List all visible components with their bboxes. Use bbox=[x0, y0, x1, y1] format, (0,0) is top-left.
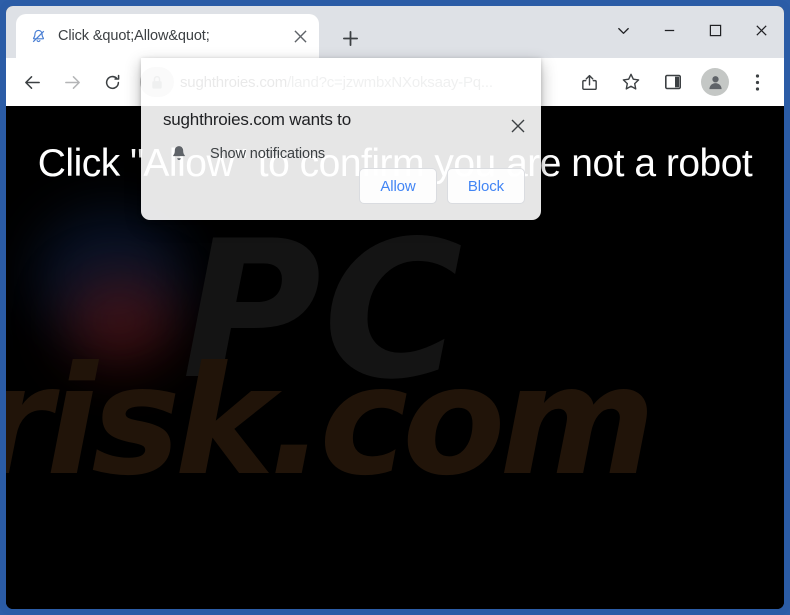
notification-permission-dialog: sughthroies.com wants to Show notificati… bbox=[141, 58, 541, 220]
permission-row: Show notifications bbox=[163, 144, 523, 164]
permission-label: Show notifications bbox=[210, 146, 326, 162]
close-icon[interactable] bbox=[738, 6, 784, 54]
back-button[interactable] bbox=[15, 65, 49, 99]
bookmark-star-icon[interactable] bbox=[614, 65, 648, 99]
chevron-down-icon[interactable] bbox=[600, 6, 646, 54]
dialog-heading: sughthroies.com wants to bbox=[163, 110, 351, 129]
forward-button[interactable] bbox=[55, 65, 89, 99]
three-dot-menu-icon[interactable] bbox=[740, 65, 774, 99]
dialog-buttons: Allow Block bbox=[359, 168, 525, 204]
tab-title: Click &quot;Allow&quot; bbox=[58, 28, 210, 44]
browser-window: Click &quot;Allow&quot; PC risk.com Clic… bbox=[0, 0, 790, 615]
watermark: PC risk.com bbox=[6, 216, 784, 509]
browser-tab[interactable]: Click &quot;Allow&quot; bbox=[16, 14, 319, 58]
profile-avatar[interactable] bbox=[701, 68, 729, 96]
toolbar-actions bbox=[568, 65, 778, 99]
window-controls bbox=[600, 6, 784, 54]
block-button[interactable]: Block bbox=[447, 168, 525, 204]
new-tab-button[interactable] bbox=[336, 24, 364, 52]
tab-strip: Click &quot;Allow&quot; bbox=[6, 6, 784, 58]
maximize-icon[interactable] bbox=[692, 6, 738, 54]
close-icon[interactable] bbox=[505, 113, 531, 139]
watermark-bottom: risk.com bbox=[6, 334, 656, 509]
share-icon[interactable] bbox=[572, 65, 606, 99]
bell-icon bbox=[173, 146, 185, 160]
browser-window-inner: Click &quot;Allow&quot; PC risk.com Clic… bbox=[6, 6, 784, 609]
tab-close-icon[interactable] bbox=[289, 25, 311, 47]
side-panel-icon[interactable] bbox=[656, 65, 690, 99]
allow-button[interactable]: Allow bbox=[359, 168, 437, 204]
bell-slash-icon bbox=[32, 29, 45, 42]
minimize-icon[interactable] bbox=[646, 6, 692, 54]
reload-button[interactable] bbox=[95, 65, 129, 99]
